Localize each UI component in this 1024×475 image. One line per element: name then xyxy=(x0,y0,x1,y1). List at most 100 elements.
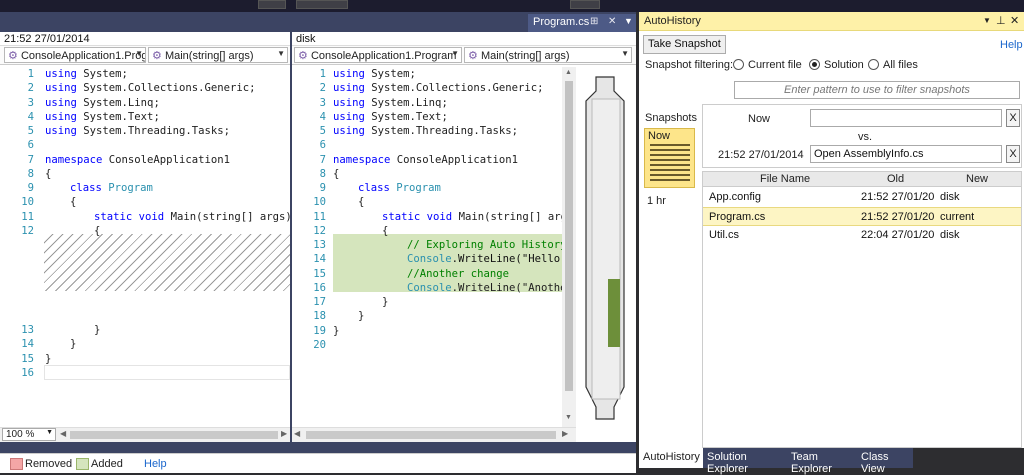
line-number: 6 xyxy=(319,139,326,152)
radio-solution-label: Solution xyxy=(824,59,864,71)
left-code-area[interactable]: 1 2 3 4 5 6 7 8 9 10 11 12 13 14 15 16 u… xyxy=(0,67,292,407)
table-row[interactable]: Util.cs 22:04 27/01/20 disk xyxy=(703,226,1021,245)
line-number: 10 xyxy=(313,196,326,209)
left-navigation-bar: ⚙ ConsoleApplication1.Prog ▼ ⚙ Main(stri… xyxy=(0,46,290,65)
scroll-thumb[interactable] xyxy=(306,431,556,439)
scroll-right-icon[interactable]: ▶ xyxy=(281,429,287,438)
code-line: using System; xyxy=(45,68,128,80)
toolbar-control[interactable] xyxy=(258,0,286,9)
grid-header: File Name Old New xyxy=(703,172,1021,187)
changed-files-grid: File Name Old New App.config 21:52 27/01… xyxy=(702,171,1022,448)
code-line: using System.Threading.Tasks; xyxy=(333,125,518,137)
line-number: 17 xyxy=(313,296,326,308)
code-line: { xyxy=(70,196,77,209)
code-line: using System.Text; xyxy=(45,110,160,123)
method-combo-value: Main(string[] args) xyxy=(164,50,254,62)
tab-team-explorer[interactable]: Team Explorer xyxy=(787,448,857,475)
document-tab-bar: Program.cs ⊞ ✕ ▼ xyxy=(0,12,636,32)
project-combo[interactable]: ⚙ ConsoleApplication1.Prog ▼ xyxy=(4,47,146,63)
column-old[interactable]: Old xyxy=(887,173,904,185)
project-combo[interactable]: ⚙ ConsoleApplication1.Program ▼ xyxy=(294,47,462,63)
code-line: namespace ConsoleApplication1 xyxy=(333,153,518,166)
scroll-thumb[interactable] xyxy=(70,431,278,439)
dropdown-arrow-icon[interactable]: ▼ xyxy=(983,16,991,25)
timeline-1hr-label: 1 hr xyxy=(647,195,666,207)
help-link[interactable]: Help xyxy=(144,458,167,470)
line-number: 19 xyxy=(313,324,326,337)
tool-window-header: AutoHistory ▼ ⊥ ✕ xyxy=(639,12,1024,31)
scroll-left-icon[interactable]: ◀ xyxy=(60,429,66,438)
line-number: 15 xyxy=(21,352,34,365)
compare-right-input[interactable]: Open AssemblyInfo.cs xyxy=(810,145,1002,163)
autohistory-window: AutoHistory ▼ ⊥ ✕ Take Snapshot Help Sna… xyxy=(639,12,1024,475)
row-old: 21:52 27/01/20 xyxy=(861,211,935,223)
line-number: 7 xyxy=(27,153,34,166)
compare-left-input[interactable] xyxy=(810,109,1002,127)
line-number: 13 xyxy=(21,324,34,336)
line-number: 5 xyxy=(319,125,326,137)
diff-overview-map[interactable] xyxy=(578,67,636,442)
line-number: 3 xyxy=(319,96,326,109)
pin-icon[interactable]: ⊥ xyxy=(996,14,1006,27)
project-combo-value: ConsoleApplication1.Program xyxy=(310,50,457,62)
radio-all-files[interactable] xyxy=(868,59,879,70)
radio-current-file[interactable] xyxy=(733,59,744,70)
help-link[interactable]: Help xyxy=(1000,39,1023,51)
row-new: disk xyxy=(940,191,960,203)
code-line: using System.Collections.Generic; xyxy=(333,82,544,95)
left-horizontal-scrollbar[interactable]: 100 % ▼ ◀ ▶ xyxy=(0,427,290,442)
snapshot-timeline-now[interactable]: Now xyxy=(644,128,695,188)
radio-solution[interactable] xyxy=(809,59,820,70)
tab-class-view[interactable]: Class View xyxy=(857,448,913,475)
code-line: } xyxy=(333,324,340,337)
table-row[interactable]: App.config 21:52 27/01/20 disk xyxy=(703,188,1021,207)
right-pane-title: disk xyxy=(292,32,636,46)
column-file-name[interactable]: File Name xyxy=(760,173,810,185)
line-number: 14 xyxy=(21,338,34,351)
zoom-combo[interactable]: 100 % ▼ xyxy=(2,428,56,441)
right-code-area[interactable]: 1 2 3 4 5 6 7 8 9 10 11 12 13 14 15 16 1… xyxy=(292,67,562,427)
code-line: } xyxy=(70,338,77,351)
document-tab[interactable]: Program.cs ⊞ ✕ xyxy=(528,14,636,32)
column-new[interactable]: New xyxy=(966,173,988,185)
compare-window: Program.cs ⊞ ✕ ▼ 21:52 27/01/2014 ⚙ Cons… xyxy=(0,12,636,473)
vertical-scrollbar[interactable]: ▲ ▼ xyxy=(562,67,576,427)
take-snapshot-button[interactable]: Take Snapshot xyxy=(643,35,726,54)
line-number: 9 xyxy=(319,182,326,194)
toolbar-combo[interactable] xyxy=(296,0,348,9)
legend-bar: Removed Added Help xyxy=(0,453,636,473)
tab-autohistory[interactable]: AutoHistory xyxy=(639,448,703,468)
clear-right-button[interactable]: X xyxy=(1006,145,1020,163)
close-icon[interactable]: ✕ xyxy=(1010,14,1019,27)
right-horizontal-scrollbar[interactable]: ◀ ▶ xyxy=(292,427,576,442)
scroll-right-icon[interactable]: ▶ xyxy=(562,429,568,438)
line-number: 16 xyxy=(313,281,326,294)
close-icon[interactable]: ✕ xyxy=(608,16,616,27)
tab-solution-explorer[interactable]: Solution Explorer xyxy=(703,448,787,475)
method-combo[interactable]: ⚙ Main(string[] args) ▼ xyxy=(148,47,288,63)
line-number: 20 xyxy=(313,338,326,351)
line-number: 3 xyxy=(27,96,34,109)
table-row-selected[interactable]: Program.cs 21:52 27/01/20 current xyxy=(703,207,1021,226)
code-line: //Another change xyxy=(407,267,510,280)
class-icon: ⚙ xyxy=(298,50,308,62)
clear-left-button[interactable]: X xyxy=(1006,109,1020,127)
method-combo[interactable]: ⚙ Main(string[] args) ▼ xyxy=(464,47,632,63)
scroll-thumb[interactable] xyxy=(565,81,573,391)
scroll-up-icon[interactable]: ▲ xyxy=(565,69,572,76)
scroll-left-icon[interactable]: ◀ xyxy=(294,429,300,438)
snapshot-ticks xyxy=(650,144,690,182)
dropdown-arrow-icon[interactable]: ▼ xyxy=(624,16,633,26)
pin-icon[interactable]: ⊞ xyxy=(590,16,598,27)
document-tab-label: Program.cs xyxy=(533,16,590,28)
row-old: 21:52 27/01/20 xyxy=(861,191,935,203)
scroll-down-icon[interactable]: ▼ xyxy=(565,414,572,421)
added-swatch xyxy=(76,458,89,470)
toolbar-control[interactable] xyxy=(570,0,600,9)
code-line: // Exploring Auto History xyxy=(407,239,562,251)
code-line: Console.WriteLine("Hello xyxy=(407,253,561,266)
overview-outline xyxy=(585,76,625,420)
left-diff-pane: 21:52 27/01/2014 ⚙ ConsoleApplication1.P… xyxy=(0,32,292,442)
filter-pattern-input[interactable]: Enter pattern to use to filter snapshots xyxy=(734,81,1020,99)
radio-all-files-label: All files xyxy=(883,59,918,71)
